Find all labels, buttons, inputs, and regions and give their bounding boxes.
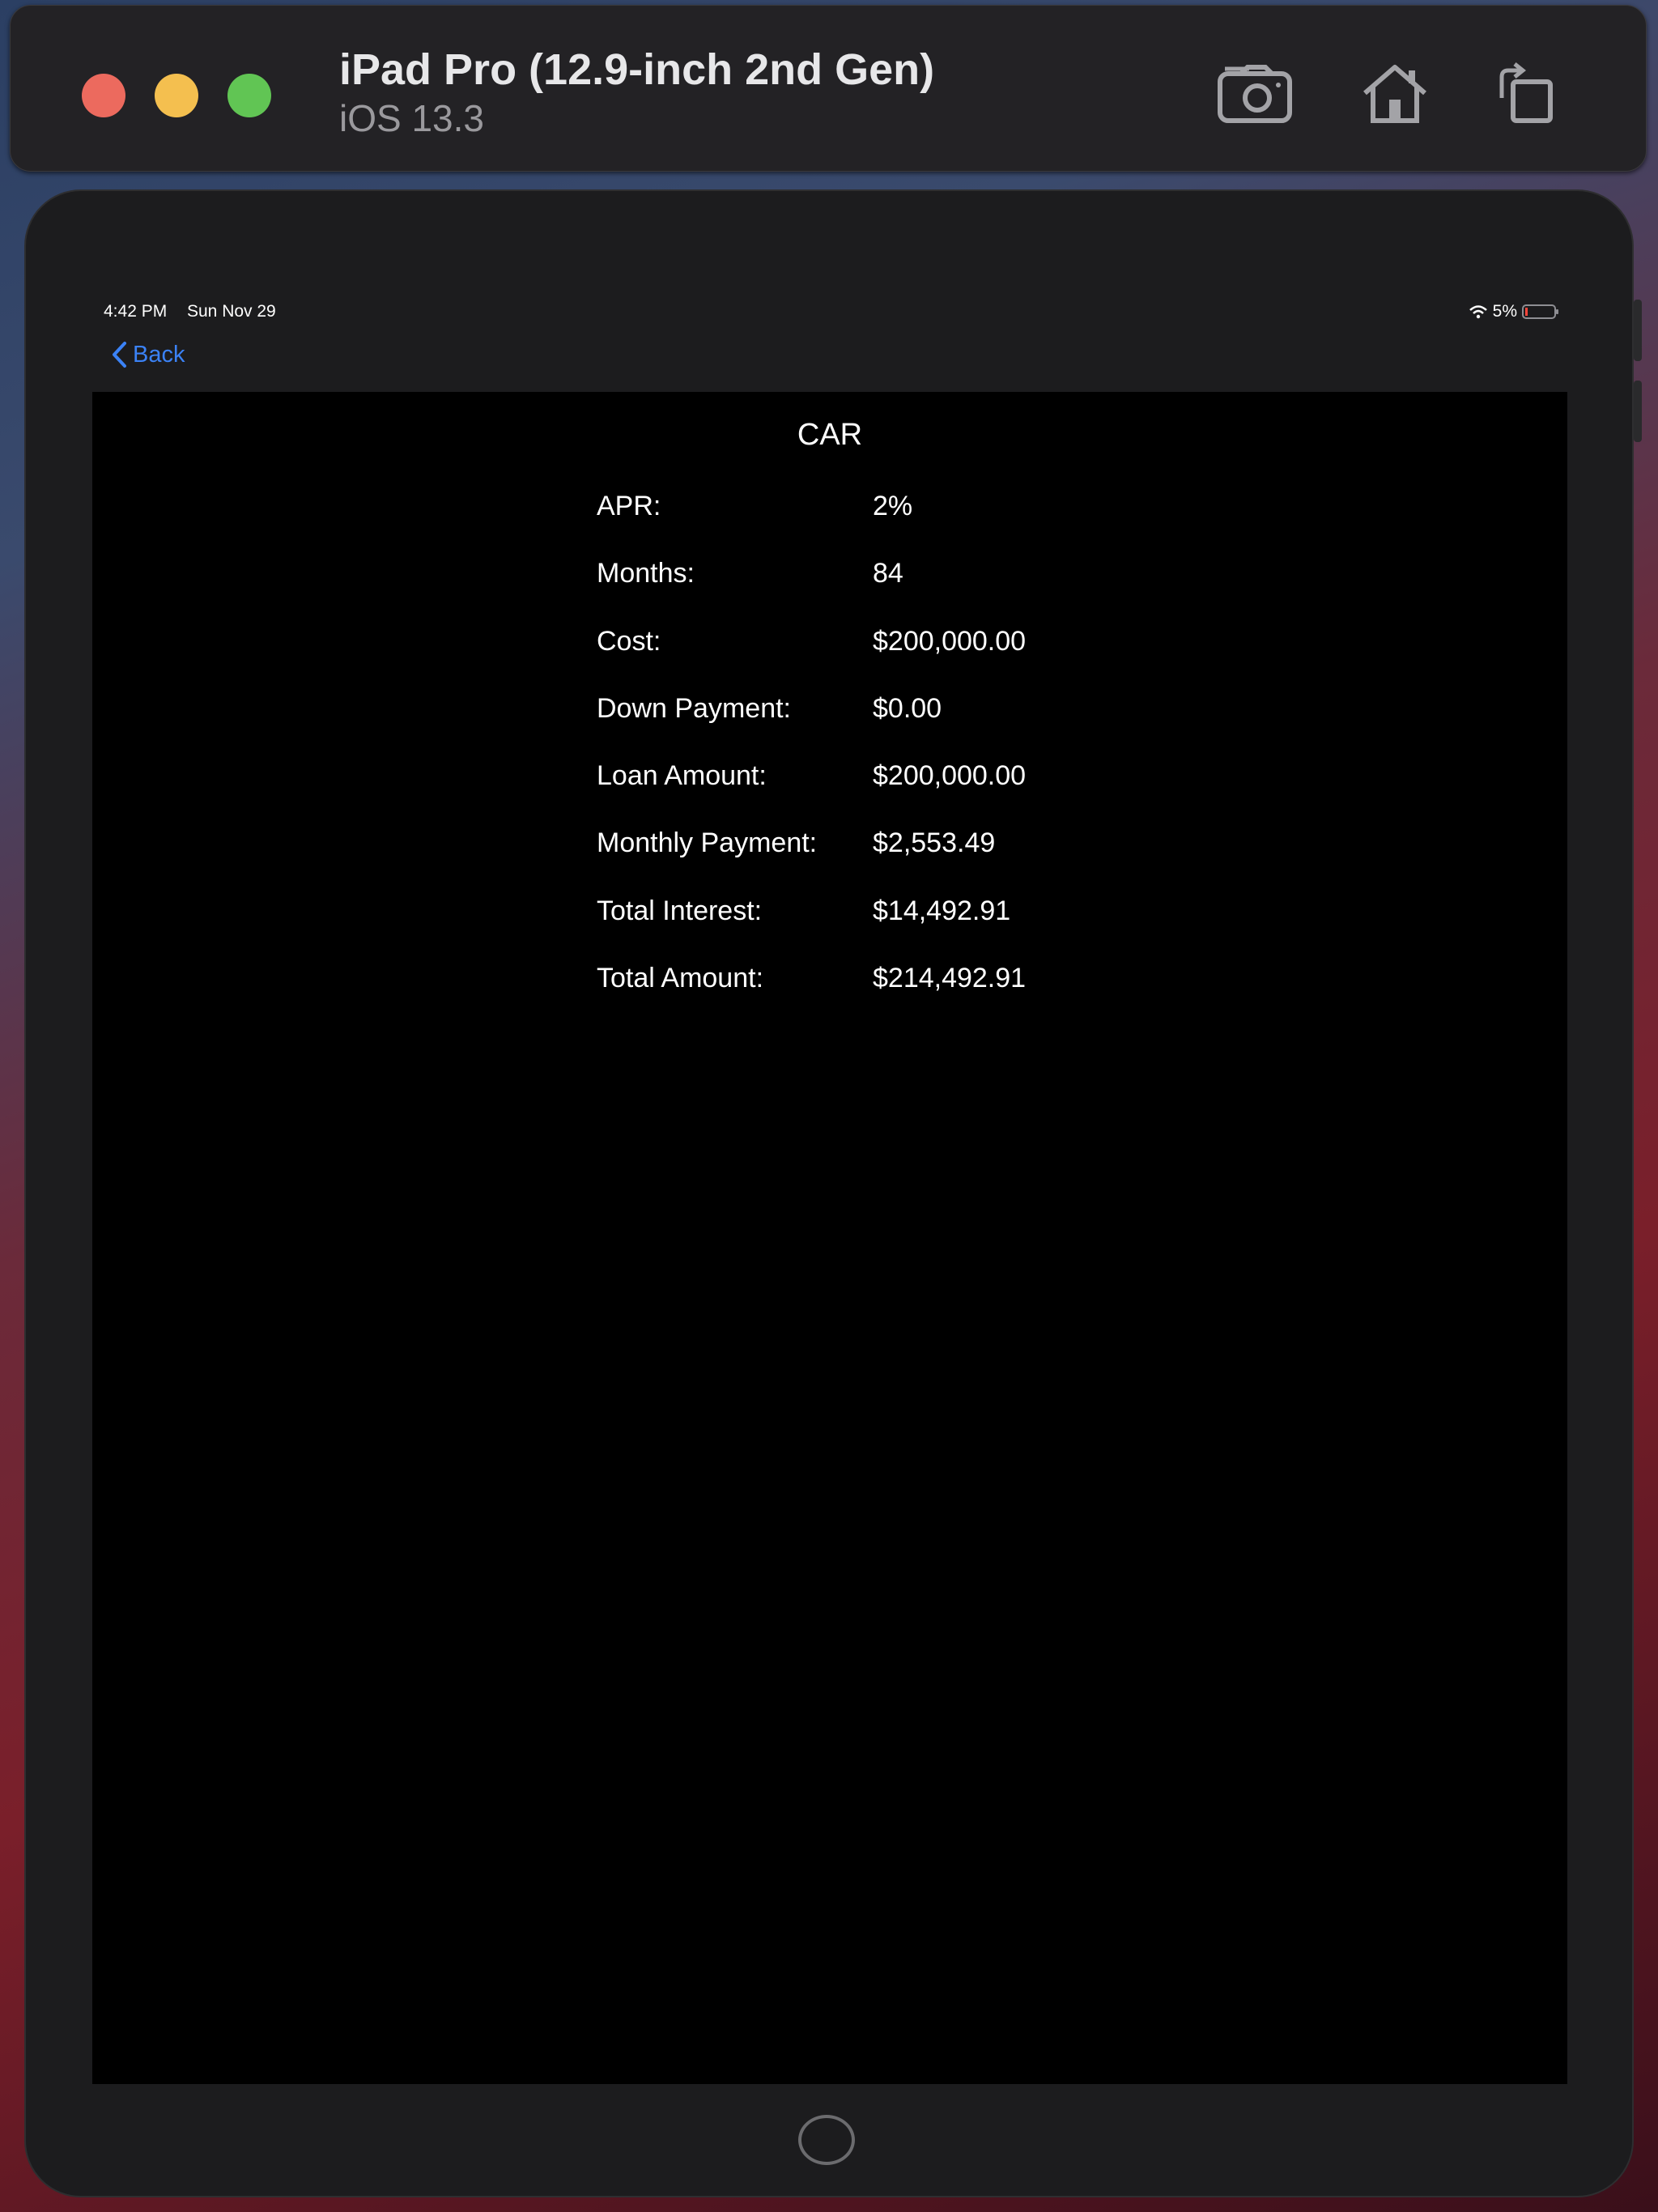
minimize-window-button[interactable] xyxy=(155,74,198,117)
detail-label: Months: xyxy=(597,558,695,589)
page-title: CAR xyxy=(797,418,863,452)
battery-icon xyxy=(1522,304,1558,319)
device-name: iPad Pro (12.9-inch 2nd Gen) xyxy=(339,45,935,94)
rotate-button[interactable] xyxy=(1486,57,1567,129)
detail-label: Loan Amount: xyxy=(597,760,767,792)
detail-label: Down Payment: xyxy=(597,692,791,724)
detail-value: $200,000.00 xyxy=(873,760,1027,792)
chevron-left-icon xyxy=(113,342,126,368)
detail-label: Monthly Payment: xyxy=(597,827,818,859)
simulator-toolbar: iPad Pro (12.9-inch 2nd Gen) iOS 13.3 xyxy=(10,5,1647,172)
back-button[interactable]: Back xyxy=(110,340,185,369)
device-home-button[interactable] xyxy=(798,2115,855,2165)
ipad-device-frame: 4:42 PM Sun Nov 29 5% Back CAR APR: 2% M… xyxy=(24,189,1642,2197)
rotate-icon xyxy=(1499,62,1553,123)
screenshot-button[interactable] xyxy=(1215,57,1296,129)
detail-value: 84 xyxy=(873,558,903,589)
detail-value: $0.00 xyxy=(873,692,942,724)
wifi-icon xyxy=(1469,305,1487,319)
status-time: 4:42 PM xyxy=(104,302,168,321)
detail-label: Total Amount: xyxy=(597,963,764,994)
detail-label: Cost: xyxy=(597,625,661,657)
zoom-window-button[interactable] xyxy=(227,74,271,117)
navigation-bar: Back xyxy=(92,324,1567,392)
status-date: Sun Nov 29 xyxy=(187,302,276,321)
detail-value: $214,492.91 xyxy=(873,963,1027,994)
status-bar: 4:42 PM Sun Nov 29 5% xyxy=(92,300,1567,324)
detail-value: $2,553.49 xyxy=(873,827,996,859)
status-indicators: 5% xyxy=(1469,302,1559,321)
volume-down-side-button xyxy=(1634,381,1642,442)
volume-up-side-button xyxy=(1634,300,1642,361)
detail-label: APR: xyxy=(597,491,661,521)
close-window-button[interactable] xyxy=(82,74,125,117)
detail-value: $14,492.91 xyxy=(873,895,1011,926)
detail-value: 2% xyxy=(873,491,913,521)
home-icon xyxy=(1363,65,1426,123)
detail-label: Total Interest: xyxy=(597,895,763,926)
device-screen: 4:42 PM Sun Nov 29 5% Back CAR APR: 2% M… xyxy=(92,300,1567,2084)
os-version: iOS 13.3 xyxy=(339,97,484,139)
detail-value: $200,000.00 xyxy=(873,625,1027,657)
camera-icon xyxy=(1218,65,1292,123)
back-label: Back xyxy=(133,341,185,368)
home-button-toolbar[interactable] xyxy=(1354,57,1435,129)
battery-percent: 5% xyxy=(1492,302,1517,321)
